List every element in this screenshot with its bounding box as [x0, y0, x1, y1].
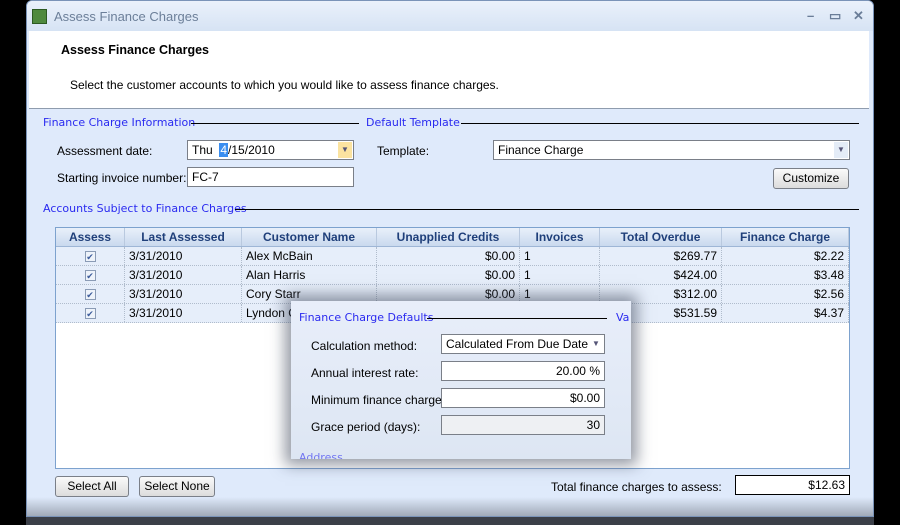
assess-finance-charges-window: Assess Finance Charges – ▭ ✕ Assess Fina…: [26, 0, 874, 517]
annual-interest-rate-input[interactable]: 20.00 %: [441, 361, 605, 381]
taskbar-strip: [26, 517, 874, 525]
customize-button[interactable]: Customize: [773, 168, 849, 189]
finance-charge-info-heading: Finance Charge Information: [43, 116, 196, 129]
checkbox-icon[interactable]: ✔: [84, 308, 96, 320]
close-button[interactable]: ✕: [853, 8, 864, 24]
minimize-button[interactable]: –: [807, 8, 814, 23]
assess-checkbox[interactable]: ✔: [56, 266, 125, 284]
cell-credits: $0.00: [377, 266, 520, 284]
select-all-button[interactable]: Select All: [55, 476, 129, 497]
starting-invoice-label: Starting invoice number:: [57, 171, 187, 185]
divider: [191, 123, 359, 124]
assess-checkbox[interactable]: ✔: [56, 285, 125, 303]
column-header[interactable]: Finance Charge: [722, 228, 849, 246]
cell-name: Alan Harris: [242, 266, 377, 284]
calculation-method-value: Calculated From Due Date: [446, 337, 589, 351]
page-title: Assess Finance Charges: [61, 43, 209, 57]
divider: [235, 209, 859, 210]
cell-invoices: 1: [520, 247, 600, 265]
cell-overdue: $424.00: [600, 266, 722, 284]
column-header[interactable]: Last Assessed: [125, 228, 242, 246]
checkbox-icon[interactable]: ✔: [84, 270, 96, 282]
cell-charge: $2.56: [722, 285, 849, 303]
page-subtitle: Select the customer accounts to which yo…: [70, 78, 499, 92]
assess-checkbox[interactable]: ✔: [56, 304, 125, 322]
divider: [427, 318, 607, 319]
cell-last: 3/31/2010: [125, 285, 242, 303]
chevron-down-icon[interactable]: ▼: [338, 142, 352, 158]
calculation-method-label: Calculation method:: [311, 339, 418, 353]
window-title: Assess Finance Charges: [54, 9, 199, 24]
total-label: Total finance charges to assess:: [551, 480, 722, 494]
table-row[interactable]: ✔ 3/31/2010 Alex McBain $0.00 1 $269.77 $2.22: [56, 247, 849, 266]
app-icon: [32, 9, 47, 24]
assessment-date-picker[interactable]: Thu 4/15/2010 ▼: [187, 140, 354, 160]
finance-charge-defaults-panel: Finance Charge Defaults Va Calculation m…: [291, 301, 631, 459]
column-header[interactable]: Total Overdue: [600, 228, 722, 246]
assess-checkbox[interactable]: ✔: [56, 247, 125, 265]
cell-name: Alex McBain: [242, 247, 377, 265]
table-header: Assess Last Assessed Customer Name Unapplie…: [56, 228, 849, 247]
checkbox-icon[interactable]: ✔: [84, 251, 96, 263]
header: Assess Finance Charges Select the custom…: [29, 31, 869, 109]
accounts-heading: Accounts Subject to Finance Charges: [43, 202, 247, 215]
select-none-button[interactable]: Select None: [139, 476, 215, 497]
minimum-finance-charge-label: Minimum finance charge:: [311, 393, 446, 407]
cell-credits: $0.00: [377, 247, 520, 265]
column-header[interactable]: Invoices: [520, 228, 600, 246]
template-value: Finance Charge: [498, 143, 584, 157]
grace-period-input[interactable]: 30: [441, 415, 605, 435]
column-header[interactable]: Unapplied Credits: [377, 228, 520, 246]
total-value: $12.63: [735, 475, 850, 495]
chevron-down-icon[interactable]: ▼: [589, 336, 603, 352]
finance-charge-defaults-heading: Finance Charge Defaults: [299, 311, 434, 324]
assessment-date-label: Assessment date:: [57, 144, 153, 158]
date-day: Thu: [192, 143, 213, 157]
title-bar: Assess Finance Charges – ▭ ✕: [27, 1, 873, 31]
date-month-selected[interactable]: 4: [219, 143, 229, 157]
cell-invoices: 1: [520, 266, 600, 284]
annual-interest-rate-label: Annual interest rate:: [311, 366, 419, 380]
template-select[interactable]: Finance Charge ▼: [493, 140, 850, 160]
cell-last: 3/31/2010: [125, 304, 242, 322]
column-header[interactable]: Customer Name: [242, 228, 377, 246]
minimum-finance-charge-input[interactable]: $0.00: [441, 388, 605, 408]
cell-charge: $3.48: [722, 266, 849, 284]
cell-last: 3/31/2010: [125, 266, 242, 284]
template-label: Template:: [377, 144, 430, 158]
starting-invoice-input[interactable]: FC-7: [187, 167, 354, 187]
cell-charge: $2.22: [722, 247, 849, 265]
window-footer: [27, 497, 873, 516]
maximize-button[interactable]: ▭: [829, 8, 841, 24]
cell-charge: $4.37: [722, 304, 849, 322]
checkbox-icon[interactable]: ✔: [84, 289, 96, 301]
chevron-down-icon[interactable]: ▼: [834, 142, 848, 158]
address-heading: Address: [299, 451, 343, 459]
cell-last: 3/31/2010: [125, 247, 242, 265]
column-header[interactable]: Assess: [56, 228, 125, 246]
calculation-method-select[interactable]: Calculated From Due Date ▼: [441, 334, 605, 354]
table-row[interactable]: ✔ 3/31/2010 Alan Harris $0.00 1 $424.00 $3.48: [56, 266, 849, 285]
grace-period-label: Grace period (days):: [311, 420, 421, 434]
divider: [461, 123, 859, 124]
date-rest: /15/2010: [228, 143, 275, 157]
partial-heading: Va: [616, 311, 630, 324]
default-template-heading: Default Template: [366, 116, 460, 129]
cell-overdue: $269.77: [600, 247, 722, 265]
